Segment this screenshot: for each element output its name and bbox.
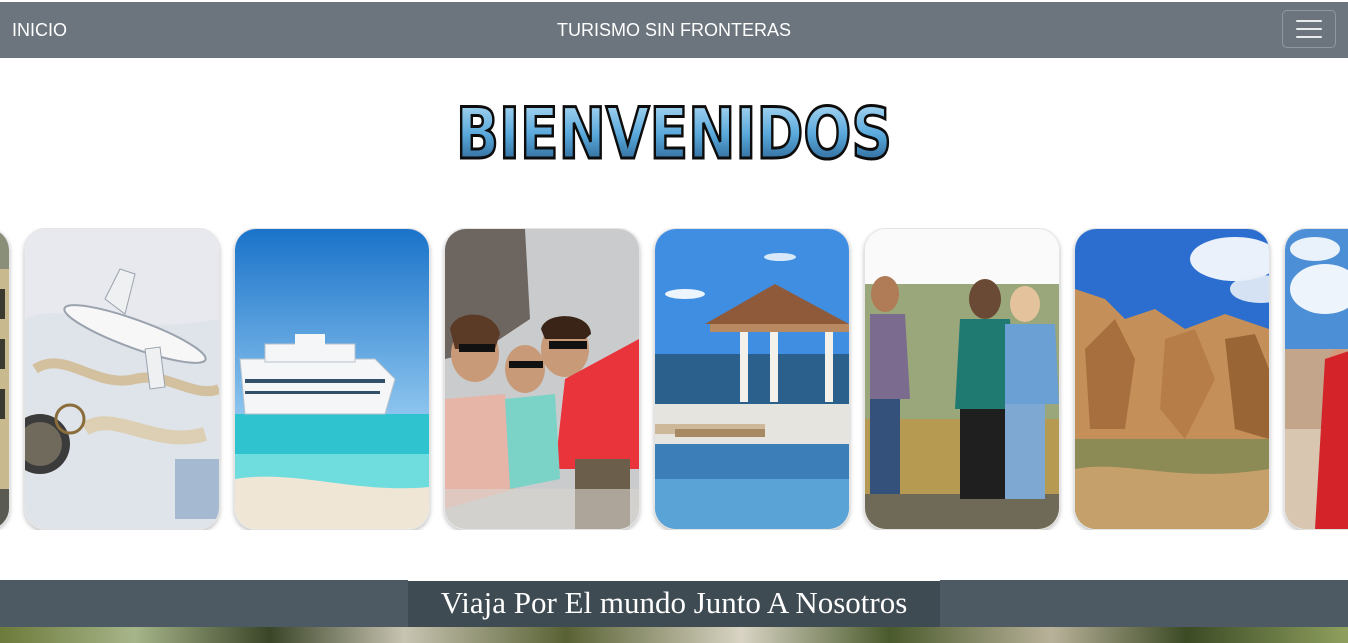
cruise-ship-beach-photo: [234, 228, 430, 530]
hamburger-menu-icon-bar: [1296, 28, 1322, 30]
hamburger-menu-icon: [1296, 20, 1322, 22]
top-navbar: INICIO TURISMO SIN FRONTERAS: [0, 2, 1348, 58]
hamburger-menu-icon-bar: [1296, 36, 1322, 38]
backpackers-hiking-photo: [864, 228, 1060, 530]
rock-formations-photo: [1074, 228, 1270, 530]
navbar-toggler-button[interactable]: [1282, 10, 1336, 48]
site-title: TURISMO SIN FRONTERAS: [556, 20, 791, 40]
background-photo-strip: [0, 627, 1348, 643]
friends-selfie-photo: [444, 228, 640, 530]
welcome-text: BIENVENIDOS: [456, 100, 892, 166]
inicio-link[interactable]: INICIO: [12, 2, 67, 58]
poolside-gazebo-photo: [654, 228, 850, 530]
welcome-heading: BIENVENIDOS: [454, 92, 894, 177]
image-carousel[interactable]: [0, 228, 1348, 530]
woman-red-dress-photo: [1284, 228, 1348, 530]
airplane-map-photo: [24, 228, 220, 530]
city-street-photo: [0, 228, 10, 530]
slogan-text: Viaja Por El mundo Junto A Nosotros: [408, 580, 940, 627]
